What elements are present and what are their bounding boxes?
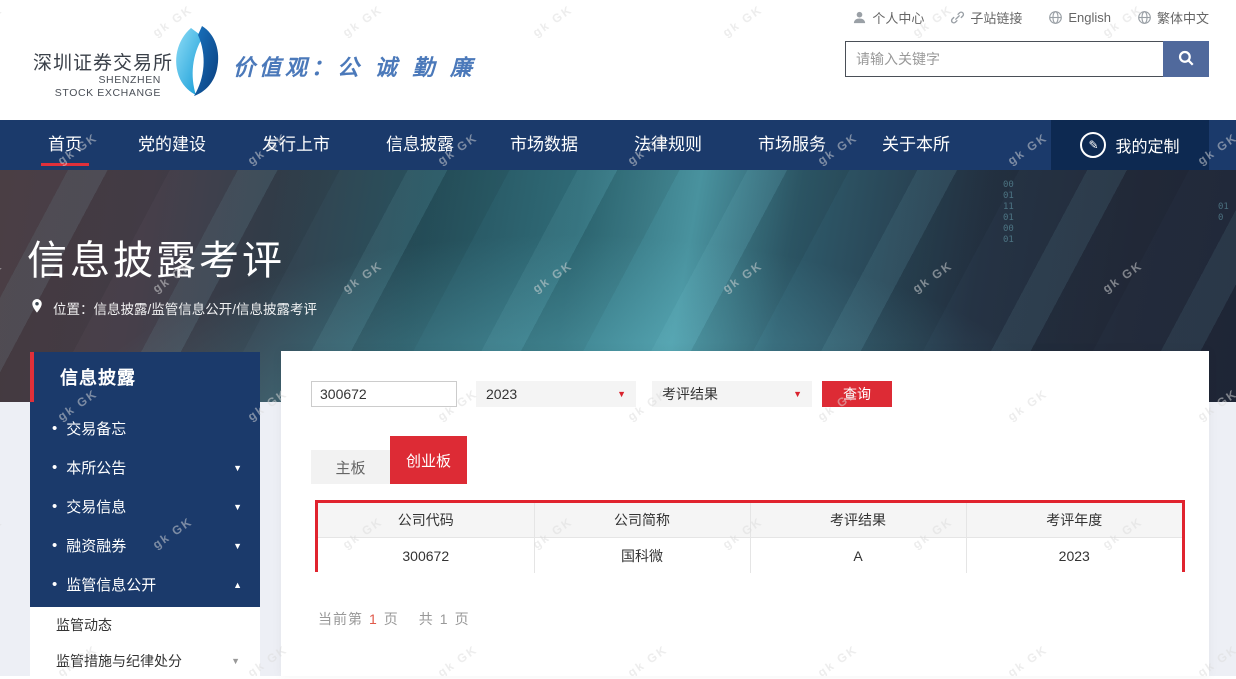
- breadcrumb-text: 位置：信息披露/监管信息公开/信息披露考评: [53, 298, 317, 318]
- table-cell: 300672: [318, 538, 534, 574]
- chevron-down-icon: ▼: [233, 502, 242, 512]
- table-header-cell: 考评年度: [966, 503, 1182, 538]
- current-page-number: 1: [369, 611, 378, 627]
- nav-item-4[interactable]: 信息披露: [386, 120, 454, 170]
- top-utility-links: 个人中心 子站链接 English 繁体中文: [852, 8, 1209, 27]
- breadcrumb[interactable]: 位置：信息披露/监管信息公开/信息披露考评: [30, 297, 317, 318]
- link-icon: [950, 10, 965, 25]
- nav-item-7[interactable]: 市场服务: [758, 120, 826, 170]
- sidebar-item-1[interactable]: •交易备忘: [30, 409, 260, 448]
- results-table: 公司代码公司简称考评结果考评年度 300672国科微A2023: [318, 503, 1182, 573]
- total-pages-number: 1: [440, 611, 449, 627]
- sidebar-submenu: 监管动态监管措施与纪律处分▼: [30, 607, 260, 676]
- result-select[interactable]: 考评结果 ▼: [652, 381, 812, 407]
- bullet-icon: •: [52, 576, 57, 593]
- bullet-icon: •: [52, 420, 57, 437]
- table-cell: A: [750, 538, 966, 574]
- szse-logo-icon[interactable]: [168, 24, 222, 103]
- site-search-input[interactable]: [845, 41, 1163, 77]
- dropdown-arrow-icon: ▼: [617, 389, 626, 399]
- page-title: 信息披露考评: [27, 228, 285, 286]
- table-cell: 2023: [966, 538, 1182, 574]
- pencil-circle-icon: ✎: [1080, 132, 1106, 158]
- chevron-down-icon: ▼: [233, 541, 242, 551]
- nav-item-5[interactable]: 市场数据: [510, 120, 578, 170]
- main-nav: 首页 党的建设 发行上市 信息披露 市场数据 法律规则 市场服务 关于本所 ✎ 我的定制: [0, 120, 1236, 170]
- bullet-icon: •: [52, 459, 57, 476]
- my-customization-button[interactable]: ✎ 我的定制: [1051, 120, 1209, 170]
- site-header: 深圳证券交易所 SHENZHEN STOCK EXCHANGE 价值观：公 诚 …: [0, 0, 1236, 120]
- sidebar-subitem-2[interactable]: 监管措施与纪律处分▼: [30, 643, 260, 679]
- year-select[interactable]: 2023 ▼: [476, 381, 636, 407]
- bullet-icon: •: [52, 498, 57, 515]
- table-header-cell: 考评结果: [750, 503, 966, 538]
- sidebar-item-3[interactable]: •交易信息▼: [30, 487, 260, 526]
- logo-text-en: SHENZHEN STOCK EXCHANGE: [33, 74, 161, 100]
- table-header-cell: 公司简称: [534, 503, 750, 538]
- sidebar-item-4[interactable]: •融资融券▼: [30, 526, 260, 565]
- bullet-icon: •: [52, 537, 57, 554]
- search-icon: [1177, 49, 1195, 70]
- chevron-down-icon: ▼: [233, 463, 242, 473]
- table-header-cell: 公司代码: [318, 503, 534, 538]
- location-pin-icon: [30, 297, 44, 318]
- tab-chinext-board[interactable]: 创业板: [390, 436, 467, 484]
- tab-main-board[interactable]: 主板: [311, 450, 390, 484]
- site-search-button[interactable]: [1163, 41, 1209, 77]
- table-row: 300672国科微A2023: [318, 538, 1182, 574]
- sidebar-title: 信息披露: [60, 364, 136, 390]
- nav-item-6[interactable]: 法律规则: [634, 120, 702, 170]
- top-link-4[interactable]: 繁体中文: [1137, 8, 1209, 27]
- sidebar-header: 信息披露: [30, 352, 260, 402]
- binary-decoration: 01 0: [1218, 202, 1229, 224]
- pagination: 当前第1页共1页: [315, 609, 473, 629]
- nav-item-8[interactable]: 关于本所: [882, 120, 950, 170]
- stock-code-input[interactable]: [311, 381, 457, 407]
- logo-text-cn[interactable]: 深圳证券交易所: [33, 48, 173, 75]
- value-slogan: 价值观：公 诚 勤 廉: [233, 50, 476, 82]
- top-link-1[interactable]: 个人中心: [852, 8, 924, 27]
- top-link-2[interactable]: 子站链接: [950, 8, 1022, 27]
- content-panel: 2023 ▼ 考评结果 ▼ 查询 主板 创业板 公司代码公司简称考评结果考评年度…: [281, 351, 1209, 676]
- nav-item-1[interactable]: 首页: [48, 120, 82, 170]
- sidebar-menu: •交易备忘•本所公告▼•交易信息▼•融资融券▼•监管信息公开▲: [30, 402, 260, 607]
- query-button[interactable]: 查询: [822, 381, 892, 407]
- table-cell: 国科微: [534, 538, 750, 574]
- site-search-bar: [845, 41, 1209, 77]
- chevron-up-icon: ▲: [233, 580, 242, 590]
- sidebar-item-2[interactable]: •本所公告▼: [30, 448, 260, 487]
- nav-item-2[interactable]: 党的建设: [138, 120, 206, 170]
- globe-icon: [1048, 10, 1063, 25]
- top-link-3[interactable]: English: [1048, 10, 1111, 25]
- globe-icon: [1137, 10, 1152, 25]
- dropdown-arrow-icon: ▼: [793, 389, 802, 399]
- nav-item-3[interactable]: 发行上市: [262, 120, 330, 170]
- binary-decoration: 00 01 11 01 00 01: [1003, 180, 1014, 246]
- chevron-down-icon: ▼: [231, 656, 240, 666]
- user-icon: [852, 10, 867, 25]
- sidebar-item-5[interactable]: •监管信息公开▲: [30, 565, 260, 604]
- results-table-highlight: 公司代码公司简称考评结果考评年度 300672国科微A2023: [315, 500, 1185, 572]
- sidebar-subitem-1[interactable]: 监管动态: [30, 607, 260, 643]
